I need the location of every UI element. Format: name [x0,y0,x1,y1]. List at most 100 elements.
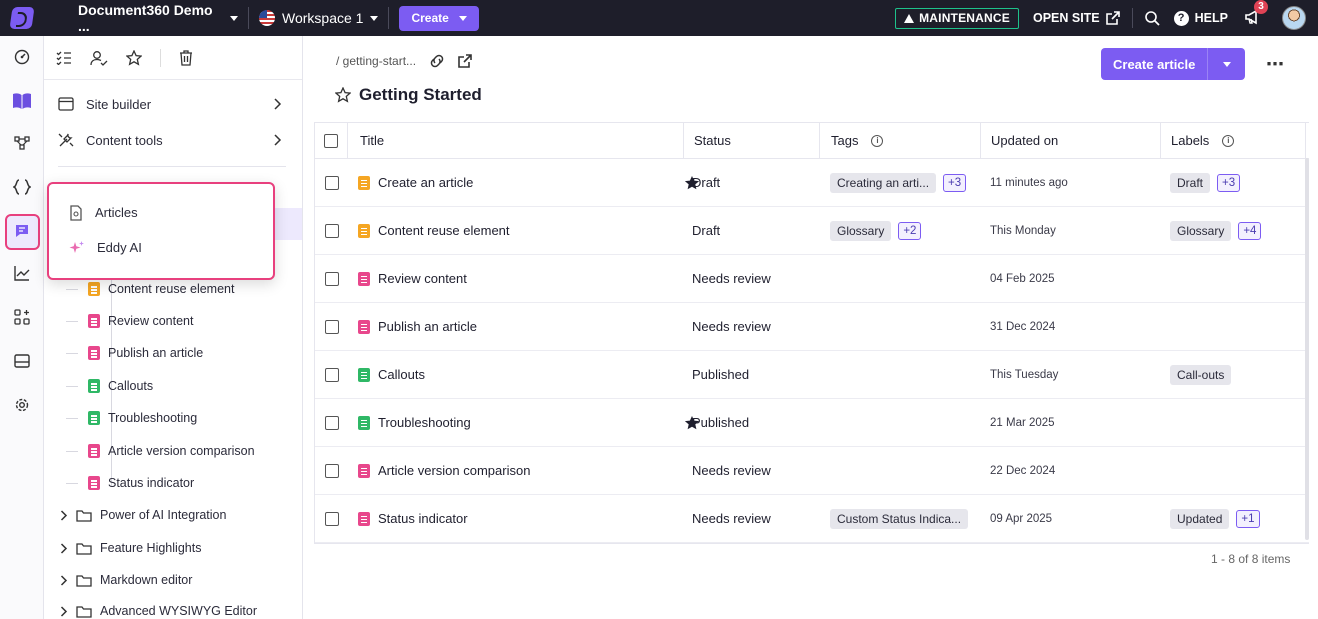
tag-more-badge[interactable]: +3 [943,173,967,192]
user-check-icon[interactable] [90,50,108,66]
title-cell[interactable]: Callouts [348,351,684,398]
header-title[interactable]: Title [348,123,684,158]
table-row[interactable]: Review content Needs review 04 Feb 2025 [315,255,1309,303]
rail-item-widgets[interactable] [0,346,44,376]
folder-item[interactable]: Feature Highlights [60,532,201,564]
table-row[interactable]: Troubleshooting Published 21 Mar 2025 [315,399,1309,447]
tree-item[interactable]: Callouts [66,370,153,402]
header-tags[interactable]: Tags i [820,123,981,158]
article-title[interactable]: Create an article [378,175,473,190]
row-checkbox[interactable] [324,175,339,190]
help-button[interactable]: ? HELP [1173,10,1228,26]
table-row[interactable]: Content reuse element Draft Glossary +2 This… [315,207,1309,255]
row-checkbox[interactable] [324,367,339,382]
rail-item-documentation[interactable] [0,86,44,116]
search-icon[interactable] [1144,10,1160,26]
row-checkbox[interactable] [324,511,339,526]
notifications-button[interactable]: 3 [1244,0,1268,28]
article-title[interactable]: Callouts [378,367,425,382]
document360-logo[interactable] [0,0,44,36]
article-title[interactable]: Article version comparison [378,463,530,478]
rail-item-feedback[interactable] [0,216,44,246]
rail-item-analytics[interactable] [0,258,44,288]
row-checkbox[interactable] [324,223,339,238]
rail-item-dashboard[interactable] [0,42,44,72]
row-checkbox[interactable] [324,271,339,286]
row-checkbox[interactable] [324,463,339,478]
title-cell[interactable]: Status indicator [348,495,684,542]
table-row[interactable]: Article version comparison Needs review 22… [315,447,1309,495]
star-icon[interactable] [335,87,351,103]
folder-item[interactable]: Advanced WYSIWYG Editor [60,595,257,619]
title-cell[interactable]: Content reuse element [348,207,684,254]
title-cell[interactable]: Troubleshooting [348,399,700,446]
title-cell[interactable]: Article version comparison [348,447,684,494]
article-title[interactable]: Troubleshooting [378,415,471,430]
tag-chip[interactable]: Glossary [830,220,892,241]
tag-more-badge[interactable]: +2 [898,221,922,240]
article-title[interactable]: Content reuse element [378,223,510,238]
trash-icon[interactable] [179,49,193,66]
row-checkbox[interactable] [324,415,339,430]
rail-item-workflow[interactable] [0,128,44,158]
create-article-button[interactable]: Create article [1101,48,1209,80]
rail-item-settings[interactable] [0,390,44,420]
tree-item[interactable]: Status indicator [66,467,194,499]
open-site-link[interactable]: OPEN SITE [1033,11,1120,25]
workspace-selector[interactable]: Workspace 1 [259,10,379,26]
more-options-icon[interactable]: ⋯ [1266,54,1285,75]
label-more-badge[interactable]: +1 [1236,509,1260,528]
header-labels[interactable]: Labels i [1161,123,1306,158]
tag-chip[interactable]: Creating an arti... [830,172,937,193]
select-all-checkbox[interactable] [324,133,338,148]
tree-item-label: Review content [108,314,194,328]
star-icon[interactable] [126,49,142,66]
label-more-badge[interactable]: +3 [1217,173,1241,192]
header-status[interactable]: Status [684,123,820,158]
title-cell[interactable]: Review content [348,255,684,302]
label-chip[interactable]: Glossary [1170,220,1232,241]
label-chip[interactable]: Draft [1170,172,1211,193]
maintenance-button[interactable]: MAINTENANCE [895,7,1019,29]
article-title[interactable]: Review content [378,271,467,286]
create-button[interactable]: Create [399,5,479,31]
label-more-badge[interactable]: +4 [1238,221,1262,240]
checklist-icon[interactable] [56,51,72,65]
title-cell[interactable]: Publish an article [348,303,684,350]
star-filled-icon[interactable] [684,415,700,431]
folder-item[interactable]: Markdown editor [60,564,192,596]
label-chip[interactable]: Updated [1170,508,1230,529]
table-scrollbar[interactable] [1305,158,1309,540]
header-updated[interactable]: Updated on [981,123,1161,158]
menu-content-tools[interactable]: Content tools [44,122,302,158]
breadcrumb-path[interactable]: / getting-start... [336,54,416,68]
rail-item-integrations[interactable] [0,302,44,332]
table-row[interactable]: Publish an article Needs review 31 Dec 202… [315,303,1309,351]
tag-chip[interactable]: Custom Status Indica... [830,508,969,529]
folder-item[interactable]: Power of AI Integration [60,499,226,531]
row-checkbox[interactable] [324,319,339,334]
table-row[interactable]: Callouts Published This Tuesday Call-outs [315,351,1309,399]
popup-item-articles[interactable]: Articles [49,195,273,230]
article-title[interactable]: Status indicator [378,511,468,526]
table-row[interactable]: Status indicator Needs review Custom Statu… [315,495,1309,543]
popup-item-eddy-ai[interactable]: Eddy AI [49,230,273,265]
info-icon[interactable]: i [871,134,884,147]
label-chip[interactable]: Call-outs [1170,364,1232,385]
menu-site-builder[interactable]: Site builder [44,86,302,122]
user-avatar[interactable] [1282,6,1306,30]
article-title[interactable]: Publish an article [378,319,477,334]
tree-item[interactable]: Troubleshooting [66,402,197,434]
project-selector[interactable]: Document360 Demo ... [78,2,238,34]
link-icon[interactable] [428,54,446,68]
star-filled-icon[interactable] [684,175,700,191]
title-cell[interactable]: Create an article [348,159,700,206]
create-article-dropdown[interactable] [1208,48,1245,80]
tree-item[interactable]: Article version comparison [66,435,255,467]
info-icon[interactable]: i [1222,134,1235,147]
tree-item[interactable]: Review content [66,305,193,337]
tree-item[interactable]: Publish an article [66,337,203,369]
table-row[interactable]: Create an article Draft Creating an arti..… [315,159,1309,207]
external-link-icon[interactable] [458,54,472,68]
rail-item-api[interactable] [0,172,44,202]
